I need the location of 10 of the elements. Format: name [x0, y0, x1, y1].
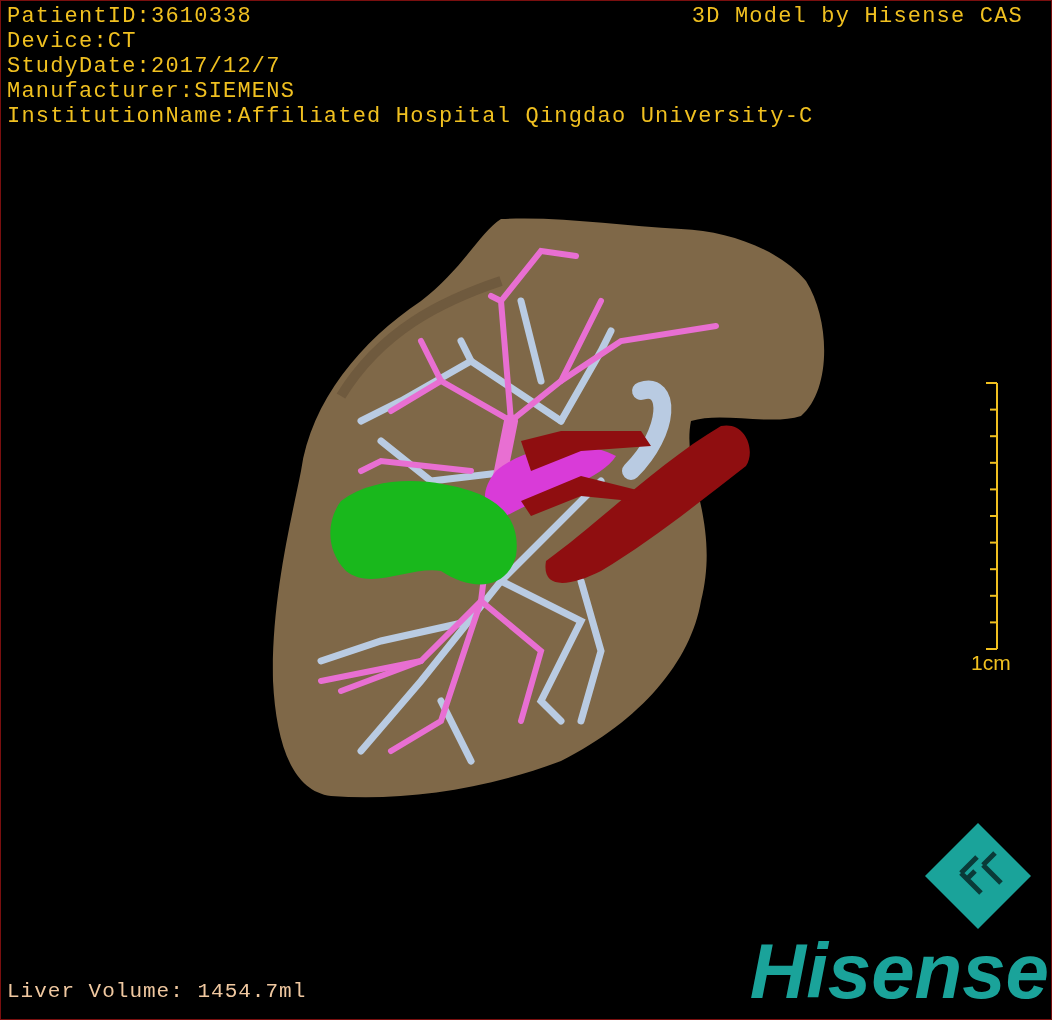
info-text: InstitutionName:Affiliated Hospital Qingdao University-C — [7, 104, 814, 129]
diamond-logo-icon — [923, 821, 1033, 931]
info-text: PatientID:3610338 — [7, 4, 252, 29]
info-text: Manufacturer:SIEMENS — [7, 79, 296, 104]
volume-text: Liver Volume: 1454.7ml — [7, 980, 307, 1003]
logo-wordmark: Hisense — [749, 931, 1049, 1011]
credit-text: 3D Model by Hisense CAS — [691, 4, 1023, 29]
info-text: Device:CT — [7, 29, 137, 54]
info-text: StudyDate:2017/12/7 — [7, 54, 281, 79]
scale-label: 1cm — [971, 651, 1011, 675]
